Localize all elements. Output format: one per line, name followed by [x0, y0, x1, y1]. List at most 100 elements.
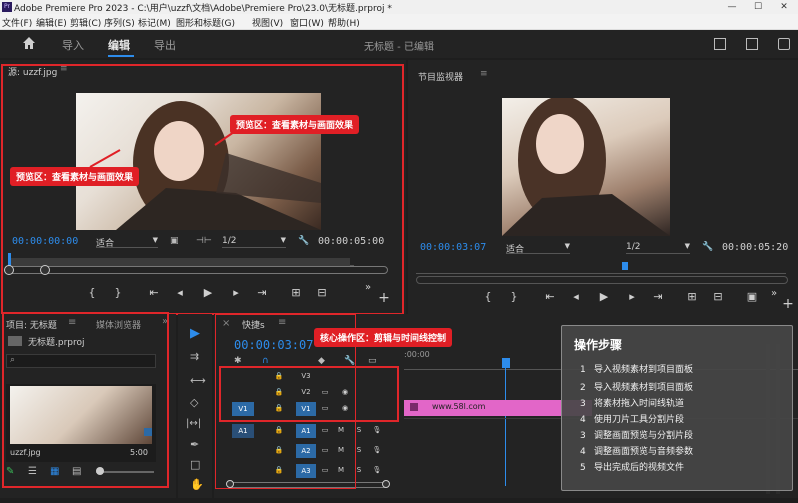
program-fit-dropdown[interactable]: 适合 ▼	[506, 242, 570, 255]
razor-icon[interactable]: ◇	[190, 396, 198, 409]
clip-thumbnail-card[interactable]: uzzf.jpg 5:00	[6, 384, 156, 462]
mute-button[interactable]: M	[334, 426, 348, 434]
go-to-in-icon[interactable]: ⇤	[146, 286, 162, 299]
mark-in-icon[interactable]: {	[84, 286, 100, 299]
marker-icon[interactable]: ◆	[318, 356, 325, 366]
fullscreen-icon[interactable]	[714, 38, 726, 50]
zoom-handle-left[interactable]	[226, 480, 234, 488]
lock-icon[interactable]: 🔒	[272, 388, 286, 396]
rectangle-icon[interactable]: □	[190, 458, 200, 471]
menu-help[interactable]: 帮助(H)	[328, 16, 360, 29]
add-button[interactable]: +	[376, 290, 392, 306]
program-timecode[interactable]: 00:00:03:07	[420, 242, 486, 253]
source-patch-a1[interactable]: A1	[232, 424, 254, 438]
overwrite-icon[interactable]: ⊟	[314, 286, 330, 299]
zoom-handle-left[interactable]	[4, 265, 14, 275]
share-icon[interactable]	[746, 38, 758, 50]
workspace-icon[interactable]	[778, 38, 790, 50]
add-button[interactable]: +	[780, 296, 796, 312]
step-forward-icon[interactable]: ▸	[228, 286, 244, 299]
close-tab-icon[interactable]: ×	[222, 318, 230, 329]
timeline-playhead-handle[interactable]	[502, 358, 510, 368]
more-controls-icon[interactable]: »	[360, 282, 376, 293]
step-back-icon[interactable]: ◂	[568, 290, 584, 303]
menu-sequence[interactable]: 序列(S)	[104, 16, 135, 29]
wrench-icon[interactable]: 🔧	[344, 356, 355, 366]
captions-icon[interactable]: ▭	[368, 356, 377, 366]
pen-icon[interactable]: ✒	[190, 438, 199, 451]
eye-icon[interactable]: ◉	[338, 388, 352, 396]
timeline-timecode[interactable]: 00:00:03:07	[234, 338, 313, 352]
mute-button[interactable]: M	[334, 466, 348, 474]
freeform-view-icon[interactable]: ▤	[72, 466, 81, 477]
play-icon[interactable]: ▶	[200, 286, 216, 299]
wrench-icon[interactable]: 🔧	[702, 242, 713, 252]
panel-menu-icon[interactable]: ≡	[480, 69, 488, 79]
extract-icon[interactable]: ⊟	[710, 290, 726, 303]
tab-import[interactable]: 导入	[62, 37, 84, 53]
solo-button[interactable]: S	[352, 446, 366, 454]
minimize-button[interactable]: —	[718, 0, 746, 14]
track-select-icon[interactable]: ⇉	[190, 350, 199, 363]
lock-icon[interactable]: 🔒	[272, 466, 286, 474]
selection-tool-icon[interactable]: ▶	[190, 326, 200, 341]
lock-icon[interactable]: 🔒	[272, 426, 286, 434]
sync-icon[interactable]: ▭	[318, 446, 332, 454]
solo-button[interactable]: S	[352, 466, 366, 474]
program-scrub-bar[interactable]	[416, 266, 786, 274]
track-a3-label[interactable]: A3	[296, 464, 316, 478]
insert-icon[interactable]: ⊞	[288, 286, 304, 299]
panel-menu-icon[interactable]: ≡	[68, 317, 76, 328]
panel-menu-icon[interactable]: ≡	[60, 64, 68, 74]
program-zoom-bar[interactable]	[416, 276, 788, 284]
maximize-button[interactable]: ☐	[744, 0, 772, 14]
menu-marker[interactable]: 标记(M)	[138, 16, 171, 29]
eye-icon[interactable]: ◉	[338, 404, 352, 412]
timeline-zoom-bar[interactable]	[228, 482, 388, 488]
sync-icon[interactable]: ▭	[318, 426, 332, 434]
mic-icon[interactable]: 🎙	[370, 446, 384, 454]
tab-media-browser[interactable]: 媒体浏览器	[96, 318, 141, 331]
zoom-handle-right[interactable]	[382, 480, 390, 488]
track-a1-label[interactable]: A1	[296, 424, 316, 438]
source-res-dropdown[interactable]: 1/2 ▼	[222, 236, 286, 248]
project-search-input[interactable]: ⌕	[6, 354, 156, 368]
program-monitor-title[interactable]: 节目监视器	[418, 70, 463, 83]
lock-icon[interactable]: 🔒	[272, 404, 286, 412]
pencil-icon[interactable]: ✎	[6, 466, 14, 477]
settings-icon[interactable]: ▣	[170, 236, 179, 246]
tab-edit[interactable]: 编辑	[108, 37, 130, 53]
sequence-tab[interactable]: 快捷s	[242, 318, 265, 331]
export-frame-icon[interactable]: ▣	[744, 290, 760, 303]
lock-icon[interactable]: 🔒	[272, 372, 286, 380]
film-icon[interactable]: ▭	[318, 388, 332, 396]
trim-icon[interactable]: ⊣⊢	[196, 236, 212, 246]
track-a2-label[interactable]: A2	[296, 444, 316, 458]
menu-view[interactable]: 视图(V)	[252, 16, 283, 29]
mic-icon[interactable]: 🎙	[370, 466, 384, 474]
go-to-in-icon[interactable]: ⇤	[542, 290, 558, 303]
mark-in-icon[interactable]: {	[480, 290, 496, 303]
zoom-handle-right[interactable]	[40, 265, 50, 275]
solo-button[interactable]: S	[352, 426, 366, 434]
mic-icon[interactable]: 🎙	[370, 426, 384, 434]
source-fit-dropdown[interactable]: 适合 ▼	[96, 236, 158, 249]
slip-icon[interactable]: |↔|	[186, 418, 201, 429]
film-icon[interactable]: ▭	[318, 404, 332, 412]
go-to-out-icon[interactable]: ⇥	[650, 290, 666, 303]
source-patch-v1[interactable]: V1	[232, 402, 254, 416]
menu-graphics[interactable]: 图形和标题(G)	[176, 16, 235, 29]
source-monitor-title[interactable]: 源: uzzf.jpg	[8, 65, 57, 78]
go-to-out-icon[interactable]: ⇥	[254, 286, 270, 299]
zoom-slider[interactable]	[96, 471, 154, 473]
lift-icon[interactable]: ⊞	[684, 290, 700, 303]
play-icon[interactable]: ▶	[596, 290, 612, 303]
snap-icon[interactable]: ✱	[234, 356, 242, 366]
tab-project[interactable]: 项目: 无标题	[6, 318, 57, 331]
track-v1-label[interactable]: V1	[296, 402, 316, 416]
mark-out-icon[interactable]: }	[506, 290, 522, 303]
program-playhead[interactable]	[622, 262, 628, 270]
menu-edit[interactable]: 编辑(E)	[36, 16, 67, 29]
hand-icon[interactable]: ✋	[190, 478, 204, 491]
menu-window[interactable]: 窗口(W)	[290, 16, 324, 29]
